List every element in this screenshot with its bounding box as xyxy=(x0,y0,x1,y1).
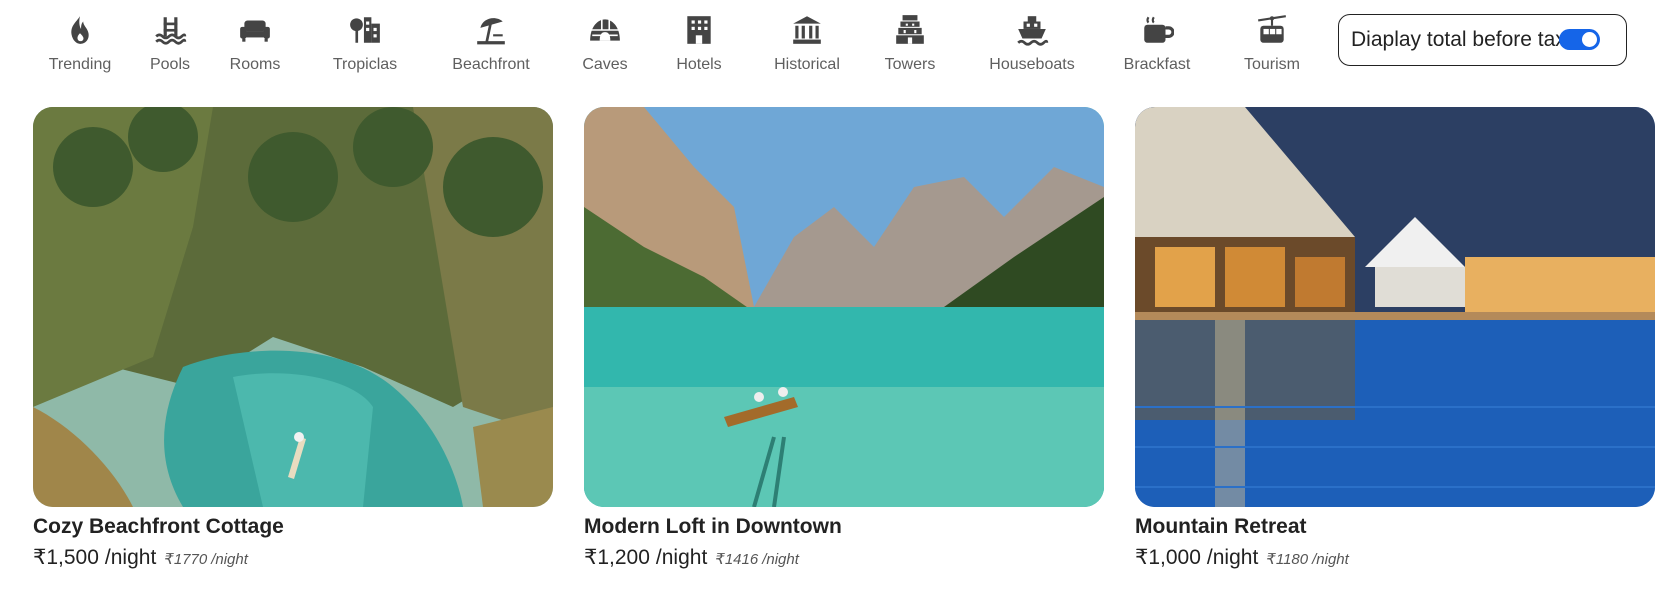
umbrella-beach-icon xyxy=(471,10,511,50)
igloo-icon xyxy=(585,10,625,50)
category-tourism[interactable]: Tourism xyxy=(1237,10,1307,74)
category-historical[interactable]: Historical xyxy=(767,10,847,74)
price-with-tax-unit: /night xyxy=(762,551,799,568)
listing-title[interactable]: Cozy Beachfront Cottage xyxy=(33,515,553,539)
price-unit: /night xyxy=(655,546,708,569)
tax-toggle-label: Diaplay total before tax xyxy=(1351,28,1566,51)
category-brackfast[interactable]: Brackfast xyxy=(1122,10,1192,74)
listing-photo[interactable] xyxy=(584,107,1104,507)
category-beachfront[interactable]: Beachfront xyxy=(446,10,536,74)
sofa-icon xyxy=(235,10,275,50)
tax-toggle[interactable]: Diaplay total before tax xyxy=(1338,14,1627,66)
listing-title[interactable]: Mountain Retreat xyxy=(1135,515,1655,539)
category-label: Towers xyxy=(884,56,936,73)
category-bar: Trending Pools Rooms Tropiclas Beachfron… xyxy=(0,0,1678,90)
listing-price: ₹1,500 xyxy=(33,546,99,569)
coffee-mug-icon xyxy=(1137,10,1177,50)
category-label: Tourism xyxy=(1243,56,1300,73)
listing-price-with-tax: ₹1416 xyxy=(715,551,759,568)
switch-knob xyxy=(1582,32,1597,47)
category-label: Pools xyxy=(149,56,191,73)
category-trending[interactable]: Trending xyxy=(40,10,120,74)
hotel-icon xyxy=(679,10,719,50)
category-houseboats[interactable]: Houseboats xyxy=(987,10,1077,74)
trees-icon xyxy=(345,10,385,50)
listing-title[interactable]: Modern Loft in Downtown xyxy=(584,515,1104,539)
listing-price-with-tax: ₹1180 xyxy=(1266,551,1309,568)
price-unit: /night xyxy=(104,546,157,569)
listing-price-with-tax: ₹1770 xyxy=(164,551,208,568)
pool-icon xyxy=(150,10,190,50)
category-label: Rooms xyxy=(229,56,281,73)
category-label: Hotels xyxy=(676,56,722,73)
listing-price: ₹1,000 xyxy=(1135,546,1201,569)
price-row: ₹1,500 /night ₹1770 /night xyxy=(33,545,553,570)
gopuram-icon xyxy=(890,10,930,50)
listing-photo[interactable] xyxy=(1135,107,1655,507)
price-row: ₹1,200 /night ₹1416 /night xyxy=(584,545,1104,570)
category-rooms[interactable]: Rooms xyxy=(225,10,285,74)
category-towers[interactable]: Towers xyxy=(880,10,940,74)
category-pools[interactable]: Pools xyxy=(140,10,200,74)
listing-photo[interactable] xyxy=(33,107,553,507)
listing-card[interactable]: Mountain Retreat ₹1,000 /night ₹1180 /ni… xyxy=(1135,107,1655,570)
listing-price: ₹1,200 xyxy=(584,546,650,569)
category-label: Tropiclas xyxy=(332,56,398,73)
landmark-icon xyxy=(787,10,827,50)
flame-icon xyxy=(60,10,100,50)
price-unit: /night xyxy=(1206,546,1259,569)
category-caves[interactable]: Caves xyxy=(580,10,630,74)
category-hotels[interactable]: Hotels xyxy=(672,10,726,74)
price-with-tax-unit: /night xyxy=(211,551,248,568)
category-tropiclas[interactable]: Tropiclas xyxy=(325,10,405,74)
listing-card[interactable]: Cozy Beachfront Cottage ₹1,500 /night ₹1… xyxy=(33,107,553,570)
cable-car-icon xyxy=(1252,10,1292,50)
price-row: ₹1,000 /night ₹1180 /night xyxy=(1135,545,1655,570)
listing-card[interactable]: Modern Loft in Downtown ₹1,200 /night ₹1… xyxy=(584,107,1104,570)
category-label: Beachfront xyxy=(452,56,530,73)
category-label: Houseboats xyxy=(989,56,1075,73)
category-label: Trending xyxy=(48,56,112,73)
category-label: Historical xyxy=(774,56,840,73)
price-with-tax-unit: /night xyxy=(1312,551,1349,568)
ship-icon xyxy=(1012,10,1052,50)
category-label: Caves xyxy=(582,56,628,73)
category-label: Brackfast xyxy=(1123,56,1191,73)
tax-toggle-switch[interactable] xyxy=(1559,29,1600,50)
